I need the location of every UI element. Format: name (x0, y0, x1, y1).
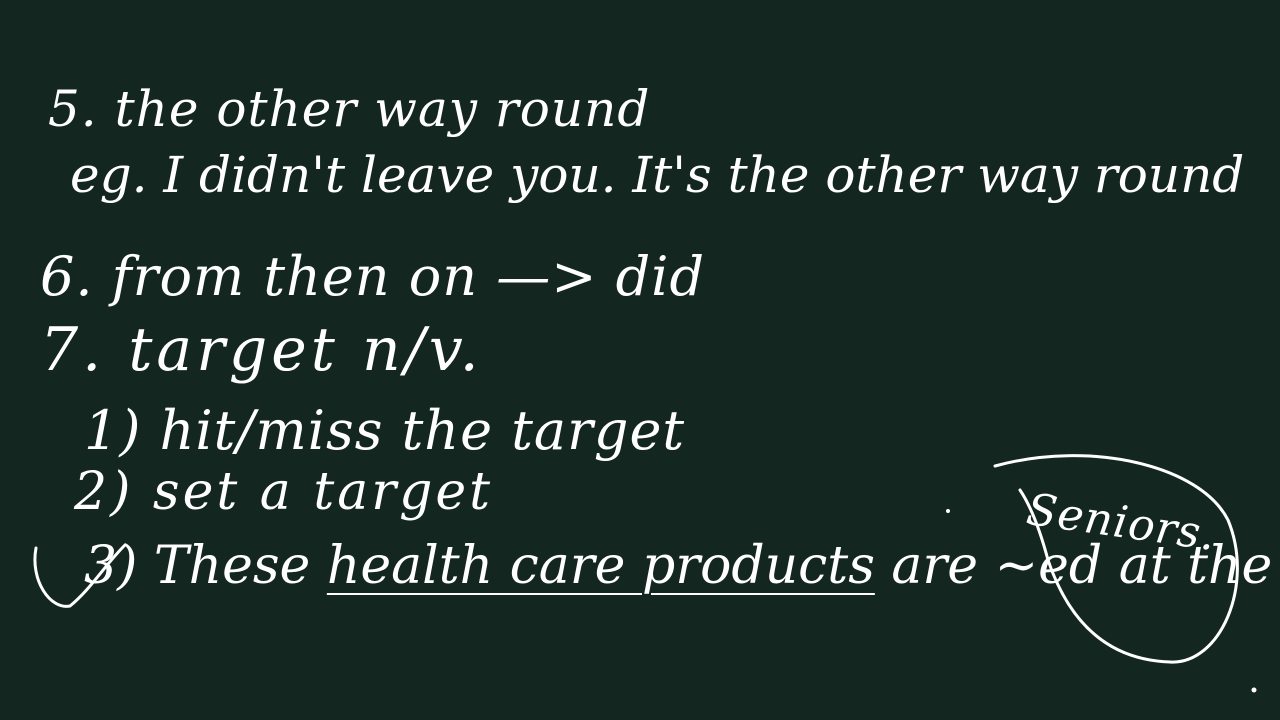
blackboard: 5. the other way round eg. I didn't leav… (0, 0, 1280, 720)
note-subitem-3-start: These (153, 536, 327, 596)
note-subitem-3-number: 3) (84, 536, 138, 596)
underlined-phrase: health care products (326, 536, 875, 596)
note-subitem-3: 3) These health care products are ~ed at… (84, 540, 1272, 592)
dot-mark (1251, 687, 1257, 693)
note-subitem-2: 2) set a target (74, 462, 494, 522)
note-example: eg. I didn't leave you. It's the other w… (70, 146, 1245, 204)
note-subitem-1: 1) hit/miss the target (84, 399, 686, 462)
note-item-6: 6. from then on —> did (40, 245, 706, 308)
note-item-5: 5. the other way round (48, 80, 651, 138)
dot-mark (946, 509, 950, 513)
note-item-7: 7. target n/v. (40, 315, 483, 385)
